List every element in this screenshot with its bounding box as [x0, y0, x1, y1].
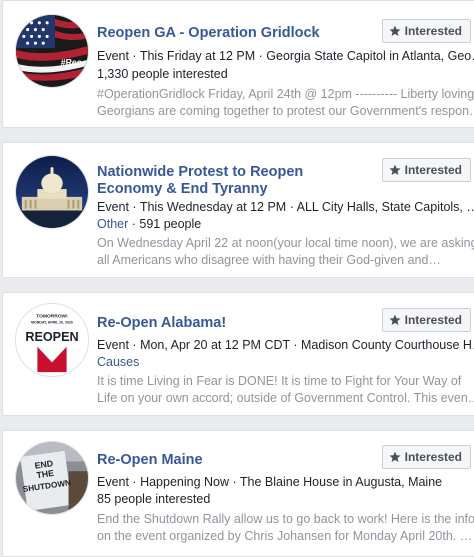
- avatar-line-2: MONDAY, APRIL 20, 2020: [31, 320, 73, 324]
- star-icon: [389, 25, 401, 36]
- event-meta: Event · Mon, Apr 20 at 12 PM CDT · Madis…: [97, 338, 474, 352]
- avatar-text: #Reo: [61, 58, 82, 68]
- star-icon: [389, 164, 401, 175]
- event-description-line-1: End the Shutdown Rally allow us to go ba…: [97, 512, 474, 526]
- interested-label: Interested: [404, 24, 462, 38]
- interested-label: Interested: [404, 450, 462, 464]
- category-link-causes[interactable]: Causes: [97, 355, 139, 369]
- interested-button[interactable]: Interested: [381, 158, 471, 182]
- avatar-main-text: REOPEN: [25, 330, 78, 344]
- event-description-line-2: on the event organized by Chris Johansen…: [97, 529, 473, 543]
- event-title[interactable]: Re-Open Maine: [97, 451, 367, 470]
- event-avatar-capitol[interactable]: [15, 155, 89, 229]
- interested-label: Interested: [404, 163, 462, 177]
- capitol-building-image: [16, 156, 88, 228]
- event-card-reopen-ga[interactable]: #Reo Reopen GA - Operation Gridlock Inte…: [2, 0, 474, 128]
- event-card-reopen-maine[interactable]: END THE SHUTDOWN Re-Open Maine Intereste…: [2, 430, 474, 557]
- event-category-row: Other · 591 people: [97, 215, 474, 233]
- event-avatar-shutdown-sign[interactable]: END THE SHUTDOWN: [15, 441, 89, 515]
- event-description-line-1: It is time Living in Fear is DONE! It is…: [97, 374, 462, 388]
- people-count: · 591 people: [128, 217, 202, 231]
- event-category-row: Causes: [97, 353, 474, 371]
- event-card-reopen-alabama[interactable]: TOMORROW! MONDAY, APRIL 20, 2020 REOPEN …: [2, 292, 474, 416]
- interested-button[interactable]: Interested: [381, 19, 471, 43]
- event-description-line-1: On Wednesday April 22 at noon(your local…: [97, 236, 474, 250]
- event-interest-count: 1,330 people interested: [97, 67, 228, 81]
- event-meta: Event · This Wednesday at 12 PM · ALL Ci…: [97, 200, 474, 214]
- event-description-line-1: #OperationGridlock Friday, April 24th @ …: [97, 87, 474, 101]
- event-description-line-2: Georgians are coming together to protest…: [97, 104, 474, 118]
- event-description-line-2: Life on your own accord; outside of Gove…: [97, 391, 474, 405]
- avatar-line-1: TOMORROW!: [36, 314, 68, 320]
- star-icon: [389, 451, 401, 462]
- event-title-line-2[interactable]: Economy & End Tyranny: [97, 180, 367, 199]
- event-avatar-flag[interactable]: #Reo: [15, 14, 89, 88]
- category-link-other[interactable]: Other: [97, 217, 128, 231]
- interested-button[interactable]: Interested: [381, 445, 471, 469]
- event-meta: Event · This Friday at 12 PM · Georgia S…: [97, 49, 474, 63]
- event-description-line-2: all Americans who disagree with having t…: [97, 253, 441, 267]
- event-title[interactable]: Reopen GA - Operation Gridlock: [97, 24, 367, 43]
- event-interest-count: 85 people interested: [97, 492, 211, 506]
- interested-label: Interested: [404, 313, 462, 327]
- us-flag-image: #Reo: [16, 15, 88, 87]
- interested-button[interactable]: Interested: [381, 308, 471, 332]
- reopen-sign-image: TOMORROW! MONDAY, APRIL 20, 2020 REOPEN: [16, 304, 88, 376]
- event-avatar-reopen-sign[interactable]: TOMORROW! MONDAY, APRIL 20, 2020 REOPEN: [15, 303, 89, 377]
- star-icon: [389, 314, 401, 325]
- event-title[interactable]: Re-Open Alabama!: [97, 314, 367, 333]
- end-shutdown-sign-image: END THE SHUTDOWN: [16, 442, 88, 514]
- event-meta: Event · Happening Now · The Blaine House…: [97, 475, 443, 489]
- event-card-nationwide-protest[interactable]: Nationwide Protest to Reopen Economy & E…: [2, 142, 474, 278]
